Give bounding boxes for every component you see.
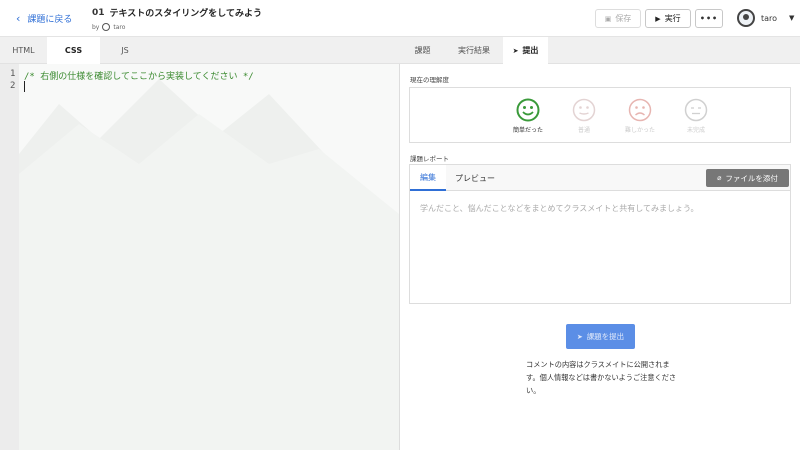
neutral-face-icon <box>572 98 596 122</box>
run-label: 実行 <box>664 14 681 23</box>
code-line: /* 右側の仕様を確認してここから実装してください */ <box>24 72 254 82</box>
tab-html[interactable]: HTML <box>0 37 47 64</box>
tab-submit[interactable]: ➤ 提出 <box>503 37 548 64</box>
face-normal[interactable]: 普通 <box>556 98 612 134</box>
line-number: 1 <box>10 69 16 79</box>
face-easy[interactable]: 簡単だった <box>500 98 556 134</box>
save-icon: ▣ <box>604 14 612 23</box>
report-label: 課題レポート <box>410 155 449 163</box>
more-icon: ••• <box>699 14 719 23</box>
face-hard[interactable]: 難しかった <box>612 98 668 134</box>
tab-preview[interactable]: プレビュー <box>452 165 498 191</box>
save-button[interactable]: ▣ 保存 <box>595 9 641 28</box>
text-cursor <box>24 81 25 92</box>
paper-plane-icon: ➤ <box>576 332 583 341</box>
tab-assignment[interactable]: 課題 <box>400 37 445 64</box>
play-icon: ▶ <box>655 14 661 23</box>
report-tabs: 編集 プレビュー ⌀ ファイルを添付 <box>410 165 790 191</box>
report-editor: 編集 プレビュー ⌀ ファイルを添付 <box>409 164 791 304</box>
author-name: taro <box>113 23 126 31</box>
user-avatar <box>737 9 755 27</box>
tab-js[interactable]: JS <box>100 37 150 64</box>
report-textarea[interactable] <box>420 203 780 293</box>
understanding-selector: 簡単だった 普通 難しかった 未完成 <box>409 87 791 143</box>
background-mountain-illustration <box>19 79 399 450</box>
tab-submit-label: 提出 <box>522 46 539 55</box>
face-label: 普通 <box>577 127 590 134</box>
top-header: ‹ 課題に戻る 01 テキストのスタイリングをしてみよう by taro ▣ 保… <box>0 0 800 37</box>
tab-css[interactable]: CSS <box>47 37 100 64</box>
line-number-gutter: 1 2 <box>0 64 19 450</box>
privacy-notice: コメントの内容はクラスメイトに公開されます。個人情報などは書かないようご注意くだ… <box>526 360 677 395</box>
user-name: taro <box>761 13 778 23</box>
paperclip-icon: ⌀ <box>717 174 722 182</box>
editor-tabs: HTML CSS JS <box>0 37 400 64</box>
author-avatar <box>102 23 111 31</box>
attach-file-button[interactable]: ⌀ ファイルを添付 <box>706 169 789 187</box>
lesson-number: 01 <box>92 7 105 18</box>
face-label: 難しかった <box>624 127 655 134</box>
panel-tabs: 課題 実行結果 ➤ 提出 <box>400 37 800 64</box>
by-label: by <box>92 23 100 31</box>
tab-edit[interactable]: 編集 <box>410 165 446 191</box>
back-label: 課題に戻る <box>27 15 73 25</box>
blank-face-icon <box>684 98 708 122</box>
caret-down-icon: ▼ <box>789 14 795 22</box>
lesson-title: テキストのスタイリングをしてみよう <box>109 9 262 19</box>
lesson-info: 01 テキストのスタイリングをしてみよう by taro <box>92 6 262 31</box>
line-number: 2 <box>10 81 16 91</box>
chevron-left-icon: ‹ <box>16 12 21 25</box>
attach-label: ファイルを添付 <box>725 173 778 183</box>
code-text-area[interactable]: /* 右側の仕様を確認してここから実装してください */ <box>19 64 399 450</box>
code-editor-pane: HTML CSS JS 1 2 /* 右側の仕様を確認してここから実装してくださ… <box>0 37 400 450</box>
face-label: 未完成 <box>686 127 705 134</box>
paper-plane-icon: ➤ <box>512 46 519 55</box>
frown-icon <box>628 98 652 122</box>
back-to-assignments-link[interactable]: ‹ 課題に戻る <box>16 12 72 25</box>
submit-assignment-button[interactable]: ➤ 課題を提出 <box>566 324 635 349</box>
app-root: ‹ 課題に戻る 01 テキストのスタイリングをしてみよう by taro ▣ 保… <box>0 0 800 450</box>
save-label: 保存 <box>615 14 632 23</box>
smile-icon <box>516 98 540 122</box>
face-incomplete[interactable]: 未完成 <box>668 98 724 134</box>
face-label: 簡単だった <box>512 127 543 134</box>
run-button[interactable]: ▶ 実行 <box>645 9 691 28</box>
understanding-label: 現在の理解度 <box>410 76 449 84</box>
more-button[interactable]: ••• <box>695 9 723 28</box>
tab-results[interactable]: 実行結果 <box>445 37 503 64</box>
submit-label: 課題を提出 <box>586 332 625 341</box>
user-menu[interactable]: taro ▼ <box>737 9 794 27</box>
